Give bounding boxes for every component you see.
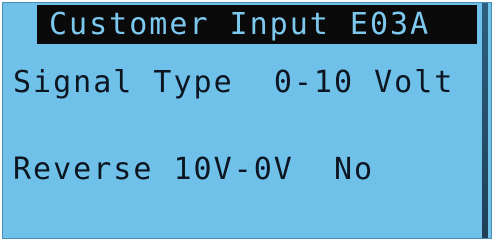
signal-type-value: 0-10 Volt — [273, 65, 455, 100]
lcd-screen: Customer Input E03A Signal Type 0-10 Vol… — [2, 2, 492, 239]
row-signal-type[interactable]: Signal Type 0-10 Volt — [13, 66, 454, 100]
signal-type-label: Signal Type — [13, 65, 234, 100]
reverse-label: Reverse 10V-0V — [13, 152, 294, 187]
screen-title: Customer Input E03A — [49, 7, 431, 42]
row-reverse[interactable]: Reverse 10V-0V No — [13, 153, 374, 187]
screen-edge-shadow — [482, 3, 488, 238]
reverse-value: No — [334, 152, 375, 187]
display-bezel: Customer Input E03A Signal Type 0-10 Vol… — [0, 0, 497, 243]
